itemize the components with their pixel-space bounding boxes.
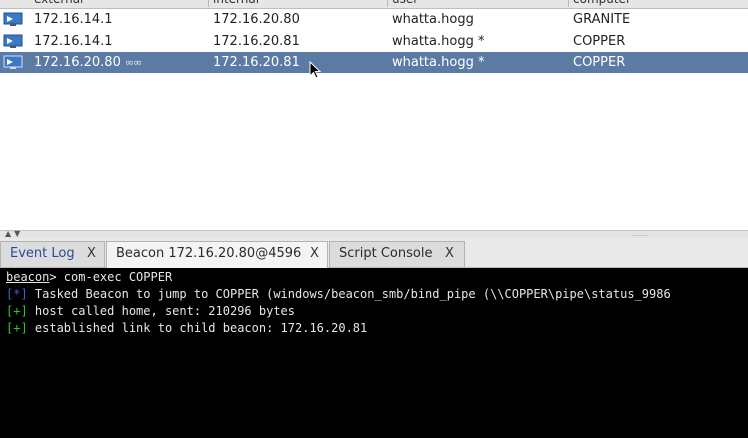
console-output-line: [*] Tasked Beacon to jump to COPPER (win… <box>6 286 671 303</box>
internal-ip: 172.16.20.81 <box>213 34 300 49</box>
column-header-external[interactable]: external <box>30 0 209 7</box>
tab-bar: Event Log X Beacon 172.16.20.80@4596 X S… <box>0 238 748 268</box>
table-header: external internal user computer <box>0 0 748 9</box>
computer-name: COPPER <box>573 34 626 49</box>
column-header-computer[interactable]: computer <box>569 0 748 7</box>
tab-event-log[interactable]: Event Log X <box>0 241 105 267</box>
tab-beacon[interactable]: Beacon 172.16.20.80@4596 X <box>106 241 328 268</box>
column-header-user[interactable]: user <box>388 0 569 7</box>
output-text: Tasked Beacon to jump to COPPER (windows… <box>27 287 671 301</box>
external-ip: 172.16.20.80 ∞∞ <box>34 52 142 73</box>
console-prompt: beacon <box>6 270 50 284</box>
command-line: beacon> com-exec COPPER <box>6 269 172 286</box>
tab-label: Beacon 172.16.20.80@4596 <box>116 246 302 261</box>
table-row-selected[interactable]: 172.16.20.80 ∞∞ 172.16.20.81 whatta.hogg … <box>0 52 748 73</box>
console-output-line: [+] host called home, sent: 210296 bytes <box>6 303 295 320</box>
computer-name: COPPER <box>573 55 626 70</box>
column-header-internal[interactable]: internal <box>209 0 388 7</box>
tab-label: Event Log <box>10 246 75 261</box>
external-ip: 172.16.14.1 <box>34 12 113 27</box>
table-row[interactable]: 172.16.14.1 172.16.20.81 whatta.hogg * C… <box>0 31 748 52</box>
close-tab-icon[interactable]: X <box>445 242 454 266</box>
internal-ip: 172.16.20.80 <box>213 12 300 27</box>
console-output-line: [+] established link to child beacon: 17… <box>6 320 367 337</box>
internal-ip: 172.16.20.81 <box>213 55 300 70</box>
beacon-icon <box>3 34 23 48</box>
success-tag: [+] <box>6 321 28 335</box>
close-tab-icon[interactable]: X <box>310 242 319 266</box>
tab-label: Script Console <box>339 246 433 261</box>
output-text: host called home, sent: 210296 bytes <box>27 304 295 318</box>
close-tab-icon[interactable]: X <box>87 242 96 266</box>
beacon-icon <box>3 55 23 69</box>
collapse-arrows-icon[interactable]: ▲▼ <box>5 229 23 238</box>
beacon-icon <box>3 12 23 26</box>
beacon-table: external internal user computer 172.16.1… <box>0 0 748 230</box>
success-tag: [+] <box>6 304 28 318</box>
mouse-cursor-icon <box>309 61 322 79</box>
info-tag: [*] <box>6 287 28 301</box>
link-chain-icon: ∞∞ <box>124 56 142 69</box>
user-name: whatta.hogg * <box>392 55 485 70</box>
user-name: whatta.hogg <box>392 12 474 27</box>
tab-script-console[interactable]: Script Console X <box>329 241 465 267</box>
beacon-console[interactable]: beacon> com-exec COPPER [*] Tasked Beaco… <box>0 268 748 438</box>
table-row[interactable]: 172.16.14.1 172.16.20.80 whatta.hogg GRA… <box>0 9 748 30</box>
user-name: whatta.hogg * <box>392 34 485 49</box>
output-text: established link to child beacon: 172.16… <box>27 321 368 335</box>
external-ip: 172.16.14.1 <box>34 34 113 49</box>
computer-name: GRANITE <box>573 12 631 27</box>
command-text: > com-exec COPPER <box>49 270 173 284</box>
